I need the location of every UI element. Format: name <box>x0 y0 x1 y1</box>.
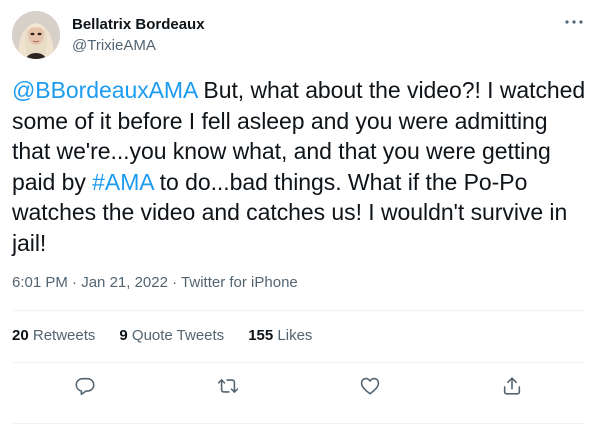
likes-stat[interactable]: 155 Likes <box>248 326 312 346</box>
divider <box>12 310 584 311</box>
share-button[interactable] <box>498 372 526 400</box>
avatar-image <box>12 11 60 59</box>
author-handle[interactable]: @TrixieAMA <box>72 36 156 56</box>
retweets-count: 20 <box>12 327 29 344</box>
likes-label: Likes <box>277 327 313 344</box>
divider <box>12 362 584 363</box>
heart-icon <box>360 377 380 395</box>
retweet-button[interactable] <box>214 372 242 400</box>
retweets-label: Retweets <box>32 327 96 344</box>
tweet-card: Bellatrix Bordeaux @TrixieAMA @BBordeaux… <box>0 0 596 424</box>
retweets-stat[interactable]: 20 Retweets <box>12 326 95 346</box>
like-button[interactable] <box>356 372 384 400</box>
likes-count: 155 <box>248 327 274 344</box>
reply-icon <box>75 377 95 396</box>
quotes-label: Quote Tweets <box>131 327 225 344</box>
meta-separator-2: · <box>167 274 182 291</box>
tweet-date[interactable]: Jan 21, 2022 <box>81 274 168 291</box>
more-options-button[interactable] <box>562 12 586 32</box>
author-name[interactable]: Bellatrix Bordeaux <box>72 15 205 35</box>
tweet-actions <box>0 372 596 400</box>
hashtag-link[interactable]: #AMA <box>92 169 153 195</box>
tweet-time[interactable]: 6:01 PM <box>12 274 68 291</box>
retweet-icon <box>217 379 239 393</box>
quotes-count: 9 <box>119 327 128 344</box>
mention-link[interactable]: @BBordeauxAMA <box>12 77 197 103</box>
more-horizontal-icon <box>565 20 583 24</box>
reply-button[interactable] <box>71 372 99 400</box>
share-icon <box>503 377 521 395</box>
tweet-stats: 20 Retweets 9 Quote Tweets 155 Likes <box>12 326 336 346</box>
tweet-meta: 6:01 PM · Jan 21, 2022 · Twitter for iPh… <box>12 273 298 293</box>
quote-tweets-stat[interactable]: 9 Quote Tweets <box>119 326 224 346</box>
tweet-text: @BBordeauxAMA But, what about the video?… <box>12 75 587 258</box>
tweet-source[interactable]: Twitter for iPhone <box>181 274 298 291</box>
meta-separator: · <box>67 274 82 291</box>
avatar[interactable] <box>12 11 60 59</box>
